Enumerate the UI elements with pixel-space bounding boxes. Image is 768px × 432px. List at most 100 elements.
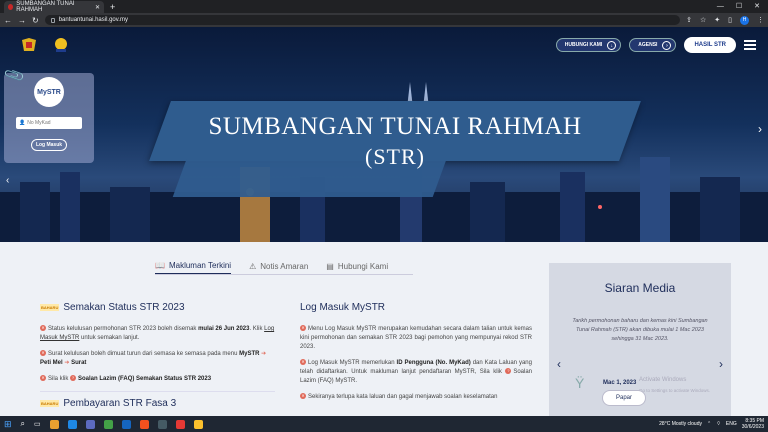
section-title: Pembayaran STR Fasa 3 (63, 398, 177, 409)
hamburger-menu-icon[interactable] (744, 40, 756, 50)
media-logo-icon: Ÿ (575, 375, 585, 391)
share-icon[interactable]: ⇪ (686, 16, 692, 24)
hasil-str-button[interactable]: HASIL STR (684, 37, 736, 53)
alert-icon: ⚠ (249, 262, 257, 271)
app-icon[interactable] (121, 419, 131, 429)
address-bar-row: ← → ↻ bantuantunai.hasil.gov.my ⇪ ☆ ✦ ▯ … (0, 13, 768, 27)
section-heading: BAHARU Pembayaran STR Fasa 3 (40, 398, 275, 409)
hero-banner: HUBUNGI KAMI ↓ AGENSI › HASIL STR SUMBAN… (0, 27, 768, 242)
paragraph: ✕ Surat kelulusan boleh dimuat turun dari… (40, 350, 267, 366)
carousel-next-icon[interactable]: › (719, 357, 723, 371)
app-icon[interactable] (193, 419, 203, 429)
app-icon[interactable] (175, 419, 185, 429)
tab-label: Hubungi Kami (337, 262, 389, 271)
carousel-next-icon[interactable]: › (758, 122, 762, 136)
url-field[interactable]: bantuantunai.hasil.gov.my (44, 15, 681, 25)
login-button[interactable]: Log Masuk (31, 139, 67, 151)
paragraph: ✕ Log Masuk MySTR memerlukan ID Pengguna … (300, 359, 532, 384)
bullet-icon: ✕ (40, 375, 46, 382)
chevron-right-icon: › (662, 40, 672, 50)
favicon-icon (8, 4, 14, 10)
new-tab-button[interactable]: + (110, 1, 115, 13)
search-icon[interactable]: ⌕ (21, 419, 25, 429)
user-icon: 👤 (19, 120, 26, 126)
menu-kebab-icon[interactable]: ⋮ (757, 16, 764, 24)
file-explorer-icon[interactable] (49, 419, 59, 429)
paragraph: ✕ Status kelulusan permohonan STR 2023 bo… (40, 325, 275, 341)
new-badge: BAHARU (40, 400, 60, 407)
minimize-icon[interactable]: — (717, 1, 724, 13)
faq-icon: ? (505, 368, 512, 375)
back-icon[interactable]: ← (4, 16, 12, 25)
app-icon[interactable] (85, 419, 95, 429)
arrow-icon: ➔ (261, 351, 267, 357)
weather-status[interactable]: 28°C Mostly cloudy (659, 421, 702, 427)
bullet-icon: ✕ (40, 325, 46, 332)
carousel-prev-icon[interactable]: ‹ (557, 357, 561, 371)
tab-label: Makluman Terkini (168, 261, 232, 270)
tab-makluman-terkini[interactable]: 📖 Makluman Terkini (155, 261, 232, 275)
browser-tab-strip: SUMBANGAN TUNAI RAHMAH ✕ + — ☐ ✕ (0, 0, 768, 13)
website: HUBUNGI KAMI ↓ AGENSI › HASIL STR SUMBAN… (0, 27, 768, 416)
close-window-icon[interactable]: ✕ (754, 1, 760, 13)
network-icon[interactable]: ⌔ (716, 421, 721, 427)
bullet-icon: ✕ (300, 359, 306, 366)
forward-icon[interactable]: → (18, 16, 26, 25)
close-tab-icon[interactable]: ✕ (95, 4, 100, 11)
bullet-icon: ✕ (300, 393, 306, 400)
nav-hubungi-kami[interactable]: HUBUNGI KAMI ↓ (555, 38, 622, 52)
papar-button[interactable]: Papar (602, 390, 646, 406)
activate-watermark: Activate Windows (639, 377, 687, 383)
activate-watermark-sub: Go to Settings to activate Windows. (639, 388, 711, 393)
tab-label: Notis Amaran (260, 262, 309, 271)
maximize-icon[interactable]: ☐ (736, 1, 742, 13)
task-view-icon[interactable]: ▭ (34, 420, 41, 428)
hasil-str-label: HASIL STR (694, 42, 726, 48)
chrome-icon[interactable] (139, 419, 149, 429)
reload-icon[interactable]: ↻ (32, 16, 39, 25)
paragraph: ✕ Sila klik ? Soalan Lazim (FAQ) Semakan S… (40, 375, 212, 382)
carousel-prev-icon[interactable]: ‹ (6, 175, 9, 186)
malaysia-crest-logo (22, 38, 36, 51)
bookmark-star-icon[interactable]: ☆ (700, 16, 706, 24)
faq-link[interactable]: Soalan Lazim (FAQ) Semakan Status STR 20… (78, 376, 211, 382)
status-column: BAHARU Semakan Status STR 2023 ✕ Status k… (40, 302, 275, 409)
clock[interactable]: 8:35 PM 30/6/2023 (742, 418, 764, 430)
bullet-icon: ✕ (40, 350, 46, 357)
app-icon[interactable] (157, 419, 167, 429)
book-icon: 📖 (155, 261, 165, 270)
mystr-logo: MySTR (34, 77, 64, 107)
profile-avatar[interactable]: H (740, 15, 749, 25)
nav-agensi-label: AGENSI (638, 42, 658, 48)
section-title: Semakan Status STR 2023 (63, 302, 185, 313)
chevron-down-icon: ↓ (607, 40, 617, 50)
extensions-icon[interactable]: ✦ (714, 16, 720, 24)
login-info-column: Log Masuk MySTR ✕ Menu Log Masuk MySTR me… (300, 302, 532, 409)
edge-icon[interactable] (67, 419, 77, 429)
sidepanel-icon[interactable]: ▯ (728, 16, 732, 24)
divider (40, 391, 275, 392)
tab-hubungi-kami[interactable]: ▤ Hubungi Kami (326, 261, 388, 275)
windows-start-icon[interactable]: ⊞ (4, 419, 12, 430)
hero-title: SUMBANGAN TUNAI RAHMAH (208, 113, 582, 140)
panel-title: Siaran Media (604, 281, 676, 295)
arrow-icon: ➔ (64, 360, 70, 366)
tab-notis-amaran[interactable]: ⚠ Notis Amaran (249, 261, 308, 275)
lhdn-logo (55, 38, 67, 52)
paragraph: ✕ Sekiranya terlupa kata laluan dan gagal… (300, 393, 498, 400)
whatsapp-icon[interactable] (103, 419, 113, 429)
media-date: Mac 1, 2023 (603, 380, 637, 386)
browser-tab[interactable]: SUMBANGAN TUNAI RAHMAH ✕ (4, 1, 104, 13)
nav-agensi[interactable]: AGENSI › (629, 38, 677, 52)
language-indicator[interactable]: ENG (726, 421, 737, 427)
tray-chevron-icon[interactable]: ⌃ (707, 421, 711, 427)
header-nav: HUBUNGI KAMI ↓ AGENSI › HASIL STR (555, 37, 756, 53)
clock-date: 30/6/2023 (741, 424, 764, 430)
mykad-placeholder: No MyKad (27, 120, 51, 126)
paragraph: ✕ Menu Log Masuk MySTR merupakan kemudaha… (300, 325, 532, 350)
nav-hubungi-label: HUBUNGI KAMI (564, 42, 603, 48)
chart-icon: ▤ (326, 262, 334, 271)
bullet-icon: ✕ (300, 325, 306, 332)
mykad-input[interactable]: 👤 No MyKad (16, 117, 82, 129)
login-panel: MySTR 👤 No MyKad Log Masuk (4, 73, 94, 163)
